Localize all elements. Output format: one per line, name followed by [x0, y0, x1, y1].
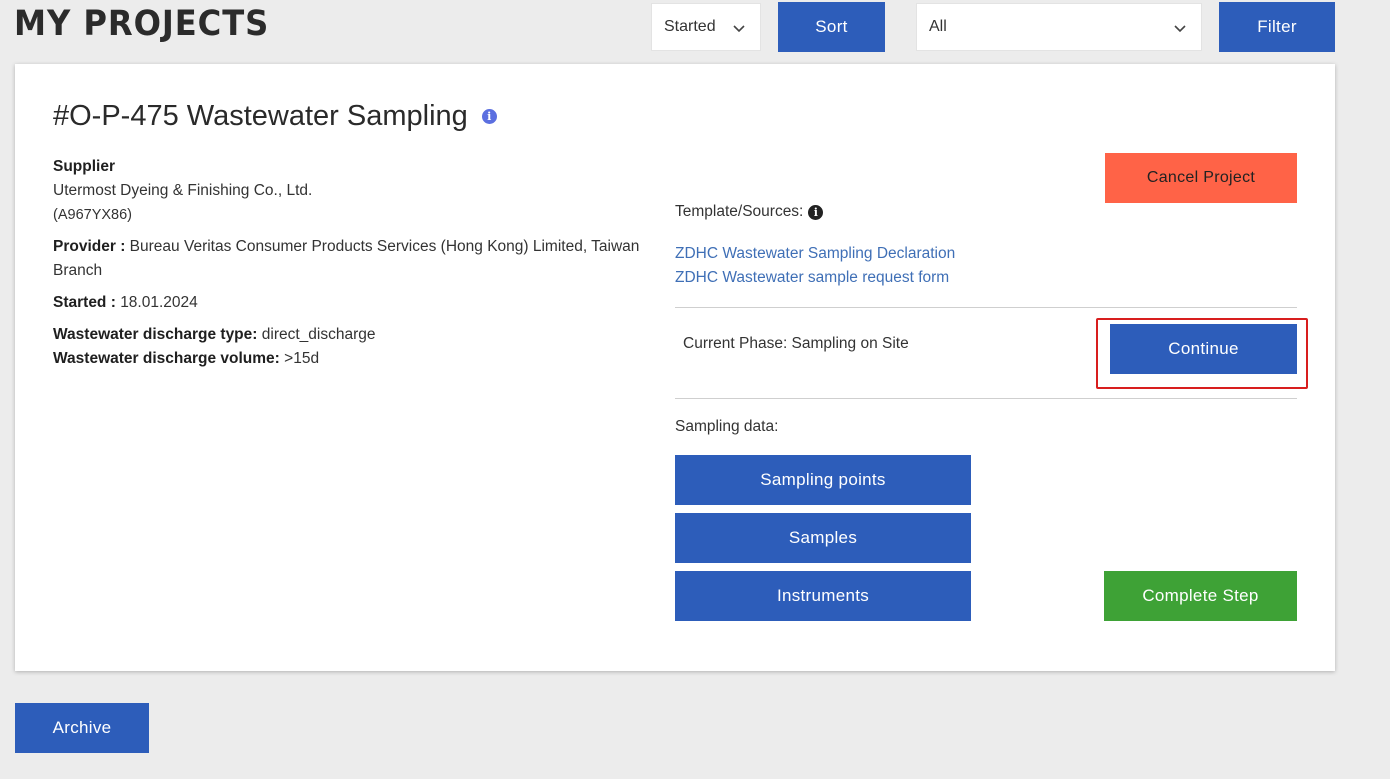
provider-label: Provider :: [53, 238, 126, 255]
supplier-name: Utermost Dyeing & Finishing Co., Ltd.: [53, 182, 313, 199]
type-select[interactable]: All: [916, 3, 1202, 51]
filter-button[interactable]: Filter: [1219, 2, 1335, 52]
page-title: MY PROJECTS: [14, 4, 270, 44]
status-select[interactable]: Started: [651, 3, 761, 51]
info-icon[interactable]: i: [481, 109, 497, 124]
instruments-button[interactable]: Instruments: [675, 571, 971, 621]
template-sources: Template/Sources: i: [675, 203, 824, 221]
complete-step-button[interactable]: Complete Step: [1104, 571, 1297, 621]
discharge-volume-row: Wastewater discharge volume: >15d: [53, 347, 683, 371]
provider-value: Bureau Veritas Consumer Products Service…: [53, 238, 640, 279]
project-title-row: #O-P-475 Wastewater Sampling i: [53, 100, 497, 133]
link-sample-request-form[interactable]: ZDHC Wastewater sample request form: [675, 269, 949, 287]
started-label: Started :: [53, 294, 116, 311]
discharge-volume-label: Wastewater discharge volume:: [53, 350, 280, 367]
template-label: Template/Sources:: [675, 203, 804, 220]
sampling-data-label: Sampling data:: [675, 418, 779, 435]
project-title: #O-P-475 Wastewater Sampling: [53, 100, 468, 132]
divider: [675, 307, 1297, 308]
info-icon[interactable]: i: [808, 204, 824, 220]
sampling-points-button[interactable]: Sampling points: [675, 455, 971, 505]
continue-button[interactable]: Continue: [1110, 324, 1297, 374]
chevron-down-icon: [733, 25, 745, 33]
status-select-value: Started: [664, 18, 716, 35]
discharge-volume-value: >15d: [284, 350, 320, 367]
started-row: Started : 18.01.2024: [53, 291, 683, 315]
supplier-label: Supplier: [53, 158, 116, 175]
discharge-type-row: Wastewater discharge type: direct_discha…: [53, 323, 683, 347]
supplier-id: (A967YX86): [53, 207, 132, 223]
chevron-down-icon: [1174, 25, 1186, 33]
current-phase: Current Phase: Sampling on Site: [683, 335, 909, 352]
samples-button[interactable]: Samples: [675, 513, 971, 563]
sort-button[interactable]: Sort: [778, 2, 885, 52]
link-sampling-declaration[interactable]: ZDHC Wastewater Sampling Declaration: [675, 245, 955, 263]
project-card: #O-P-475 Wastewater Sampling i Supplier …: [15, 64, 1335, 671]
cancel-project-button[interactable]: Cancel Project: [1105, 153, 1297, 203]
started-value: 18.01.2024: [120, 294, 198, 311]
archive-button[interactable]: Archive: [15, 703, 149, 753]
project-details: Supplier Utermost Dyeing & Finishing Co.…: [53, 155, 683, 371]
divider: [675, 398, 1297, 399]
type-select-value: All: [929, 18, 947, 35]
discharge-type-value: direct_discharge: [261, 326, 376, 343]
provider-row: Provider : Bureau Veritas Consumer Produ…: [53, 235, 683, 283]
discharge-type-label: Wastewater discharge type:: [53, 326, 258, 343]
